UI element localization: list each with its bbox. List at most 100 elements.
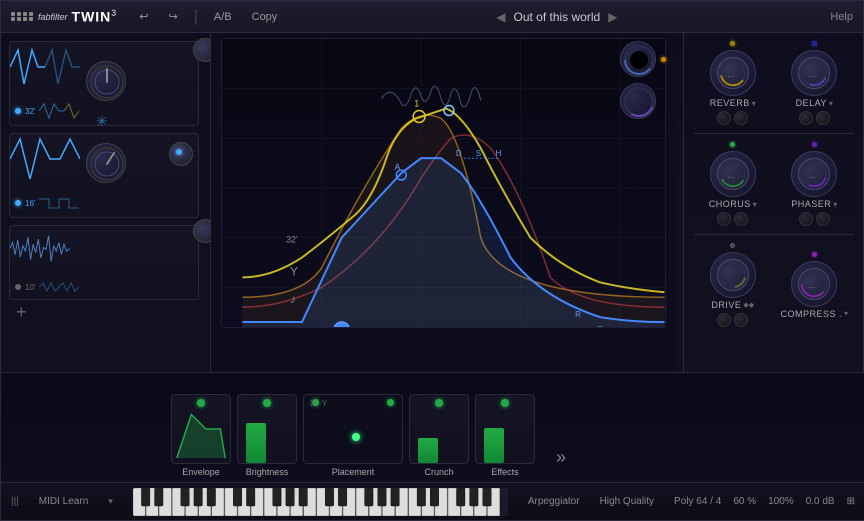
chorus-knob-inner: ... — [717, 158, 749, 190]
osc3-waveform — [10, 226, 70, 271]
svg-text:1: 1 — [414, 99, 419, 109]
svg-text:R: R — [575, 310, 581, 319]
logo-dot — [11, 12, 15, 16]
logo-dot — [29, 12, 33, 16]
center-main-knob[interactable] — [86, 61, 126, 101]
logo-area: fabfilter TWIN3 — [11, 8, 117, 25]
phaser-knob[interactable]: ... — [791, 151, 837, 197]
midi-learn-button[interactable]: MIDI Learn — [39, 496, 88, 507]
crunch-fill — [418, 438, 438, 463]
brightness-fill — [246, 423, 266, 463]
undo-button[interactable]: ↩ — [133, 8, 154, 25]
cpu-display: 60 % — [733, 496, 756, 507]
preset-name: Out of this world — [513, 10, 600, 24]
copy-button[interactable]: Copy — [246, 9, 284, 25]
reverb-label: REVERB — [710, 98, 750, 108]
osc3-power-led[interactable] — [15, 284, 21, 290]
ab-button[interactable]: A/B — [208, 9, 238, 25]
center-knob2[interactable] — [86, 143, 126, 183]
phaser-knob-inner: ... — [798, 158, 830, 190]
piano-keys[interactable] — [133, 488, 508, 516]
drive-label: DRIVE — [711, 300, 741, 310]
phaser-power-led[interactable] — [812, 142, 817, 147]
logo-dot — [17, 17, 21, 21]
preset-area: ◀ Out of this world ▶ — [291, 10, 822, 24]
chorus-dropdown[interactable]: ▾ — [753, 200, 757, 209]
brightness-box — [237, 394, 297, 464]
reverb-mini-knob2[interactable] — [734, 111, 748, 125]
logo-dot — [17, 12, 21, 16]
phaser-mini-knob2[interactable] — [816, 212, 830, 226]
placement-box[interactable]: X Y — [303, 394, 403, 464]
osc1-waveform — [10, 42, 80, 92]
compress-dropdown[interactable]: ▾ — [844, 309, 848, 318]
svg-text:H: H — [496, 149, 502, 158]
delay-dropdown[interactable]: ▾ — [829, 99, 833, 108]
compress-module: ... COMPRESS . ▾ — [777, 252, 852, 319]
osc2-vol-knob[interactable] — [169, 142, 193, 166]
compress-knob-inner: ... — [798, 268, 830, 300]
arpeggiator-button[interactable]: Arpeggiator — [528, 496, 580, 507]
reverb-mini-knob1[interactable] — [717, 111, 731, 125]
delay-mini-knob1[interactable] — [799, 111, 813, 125]
compress-label: COMPRESS . — [780, 309, 842, 319]
lfo-led — [661, 57, 666, 62]
logo-dot — [11, 17, 15, 21]
mod-nav-arrow[interactable]: » — [541, 437, 581, 477]
crunch-box — [409, 394, 469, 464]
svg-text:S: S — [476, 149, 481, 158]
freeze-icon[interactable]: ✳ — [96, 113, 108, 130]
midi-dropdown[interactable]: ▾ — [108, 496, 113, 507]
phaser-dropdown[interactable]: ▾ — [833, 200, 837, 209]
phaser-mini-knob1[interactable] — [799, 212, 813, 226]
svg-text:A: A — [394, 162, 400, 172]
chorus-mini-knob1[interactable] — [717, 212, 731, 226]
svg-text:...: ... — [809, 69, 816, 79]
lfo2-knob[interactable] — [620, 83, 656, 119]
lfo-speed-knob[interactable] — [620, 41, 656, 77]
drive-power-led[interactable] — [730, 243, 735, 248]
compress-knob[interactable]: ... — [791, 261, 837, 307]
osc1-sub-waveform — [39, 102, 79, 120]
add-osc-button[interactable]: + — [16, 302, 27, 323]
redo-button[interactable]: ↪ — [163, 8, 184, 25]
osc3-sub-waveform — [39, 280, 79, 294]
delay-knob[interactable]: ... — [791, 50, 837, 96]
reverb-power-led[interactable] — [730, 41, 735, 46]
drive-mini-knob2[interactable] — [734, 313, 748, 327]
drive-links[interactable]: ◆◆ — [743, 301, 754, 309]
osc2-power-led[interactable] — [15, 200, 21, 206]
osc1-power-led[interactable] — [15, 108, 21, 114]
zoom-button[interactable]: 100% — [768, 496, 794, 507]
reverb-dropdown[interactable]: ▾ — [752, 99, 756, 108]
volume-display[interactable]: 0.0 dB — [806, 496, 835, 507]
crunch-led — [435, 399, 443, 407]
osc3-octave: 10' — [25, 283, 35, 292]
help-button[interactable]: Help — [830, 11, 853, 23]
svg-text:...: ... — [809, 170, 816, 180]
compress-power-led[interactable] — [812, 252, 817, 257]
drive-mini-knob1[interactable] — [717, 313, 731, 327]
placement-module: X Y Placement — [303, 394, 403, 477]
chorus-power-led[interactable] — [730, 142, 735, 147]
preset-prev-button[interactable]: ◀ — [496, 10, 505, 24]
drive-knob[interactable] — [710, 252, 756, 298]
drive-compress-row: DRIVE ◆◆ ... — [684, 237, 863, 333]
quality-button[interactable]: High Quality — [600, 496, 654, 507]
separator: | — [194, 8, 198, 26]
delay-power-led[interactable] — [812, 41, 817, 46]
preset-next-button[interactable]: ▶ — [608, 10, 617, 24]
expand-icon[interactable]: ⊞ — [847, 496, 855, 507]
crunch-label: Crunch — [424, 467, 453, 477]
osc2-waveform — [10, 134, 80, 184]
osc1-octave: 32' — [25, 107, 35, 116]
phaser-label: PHASER — [791, 199, 831, 209]
delay-mini-knob2[interactable] — [816, 111, 830, 125]
logo-dot — [29, 17, 33, 21]
chorus-knob[interactable]: ... — [710, 151, 756, 197]
drive-knob-inner — [717, 259, 749, 291]
chorus-mini-knob2[interactable] — [734, 212, 748, 226]
logo-brand: fabfilter — [38, 12, 68, 22]
reverb-knob[interactable]: ... — [710, 50, 756, 96]
placement-cursor[interactable] — [352, 433, 360, 441]
